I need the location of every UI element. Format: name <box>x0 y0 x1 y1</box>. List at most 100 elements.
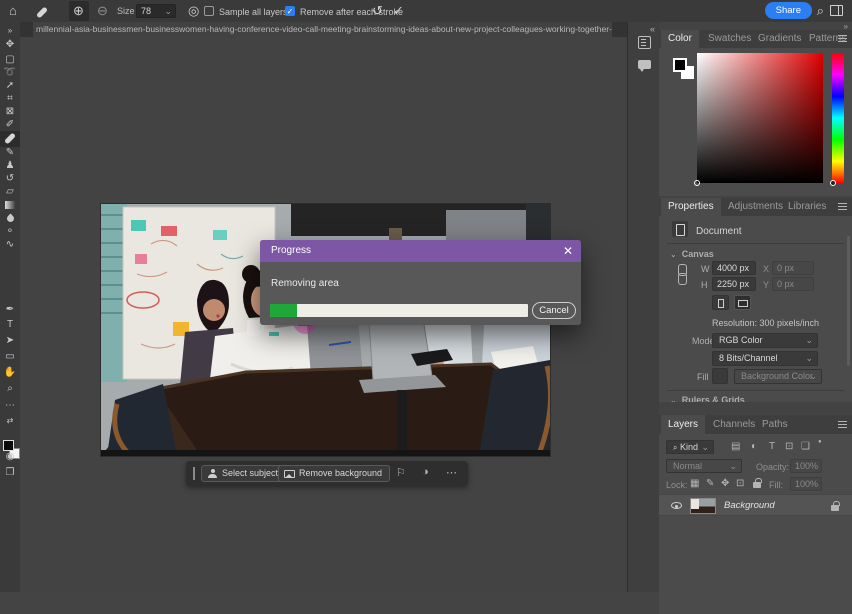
spot-healing-brush-tool[interactable] <box>0 131 20 147</box>
adjustment-icon[interactable]: ◑ <box>422 466 429 478</box>
path-selection-tool[interactable]: ➤ <box>0 334 20 348</box>
crop-tool[interactable]: ⌗ <box>0 92 20 106</box>
rulers-grids-section-header[interactable]: ⌄Rulers & Grids <box>670 395 745 402</box>
filter-toggle-icon[interactable]: ● <box>818 439 822 445</box>
tab-properties[interactable]: Properties <box>661 198 721 216</box>
select-subject-button[interactable]: Select subject <box>201 465 286 482</box>
lock-transparency-icon[interactable]: ▦ <box>690 478 699 489</box>
fg-bg-color-swatches[interactable] <box>673 58 697 78</box>
blur-tool[interactable] <box>0 212 20 226</box>
brush-tool[interactable]: ✎ <box>0 146 20 160</box>
move-tool[interactable]: ✥ <box>0 38 20 52</box>
clone-stamp-tool[interactable]: ♟ <box>0 159 20 173</box>
filter-type-icon[interactable]: T <box>769 441 775 452</box>
color-field[interactable] <box>697 53 823 183</box>
lock-artboard-icon[interactable]: ⊡ <box>736 478 744 489</box>
layer-thumbnail[interactable] <box>690 498 716 514</box>
lock-move-icon[interactable]: ✥ <box>721 478 729 489</box>
tab-paths[interactable]: Paths <box>755 415 795 434</box>
history-brush-tool[interactable]: ↺ <box>0 172 20 186</box>
brush-size-input[interactable]: 78 ⌄ <box>136 4 176 18</box>
width-field[interactable]: 4000 px <box>712 261 756 275</box>
fill-select[interactable]: Background Color⌄ <box>734 369 822 384</box>
marquee-tool[interactable]: ▢ <box>0 53 20 67</box>
link-dimensions-icon[interactable] <box>678 264 686 286</box>
y-field[interactable]: 0 px <box>772 277 814 291</box>
panel-menu-icon[interactable] <box>838 421 847 428</box>
scrollbar[interactable] <box>847 236 850 366</box>
chevron-down-icon[interactable]: ⌄ <box>164 5 172 17</box>
foreground-color-swatch[interactable] <box>673 58 687 72</box>
filter-frame-icon[interactable]: ⊡ <box>785 441 793 452</box>
edit-toolbar-icon[interactable]: ⋯ <box>0 399 20 413</box>
tab-color[interactable]: Color <box>661 30 699 48</box>
tab-swatches[interactable]: Swatches <box>701 30 758 48</box>
orientation-landscape-button[interactable] <box>734 295 751 310</box>
layer-visibility-eye-icon[interactable] <box>671 502 682 509</box>
swap-colors-icon[interactable]: ⇄ <box>0 414 20 428</box>
sample-all-layers-checkbox[interactable] <box>204 6 214 16</box>
height-field[interactable]: 2250 px <box>712 277 756 291</box>
tab-adjustments[interactable]: Adjustments <box>721 198 790 216</box>
tab-gradients[interactable]: Gradients <box>751 30 808 48</box>
drag-handle[interactable] <box>193 467 195 480</box>
commit-icon[interactable]: ✓ <box>393 3 404 19</box>
sampling-options-icon[interactable]: ◎ <box>188 3 199 19</box>
layer-row[interactable]: Background <box>659 494 852 516</box>
zoom-tool[interactable]: ⌕ <box>0 382 20 396</box>
search-icon[interactable]: ⌕ <box>817 3 824 19</box>
more-options-icon[interactable]: ⋯ <box>446 466 457 479</box>
shape-tool[interactable]: ▭ <box>0 350 20 364</box>
transform-icon[interactable]: ⚐ <box>396 466 406 479</box>
tab-libraries[interactable]: Libraries <box>781 198 833 216</box>
gradient-tool[interactable] <box>0 198 20 212</box>
filter-image-icon[interactable]: ▤ <box>731 441 740 452</box>
smudge-tool[interactable]: ∿ <box>0 238 20 252</box>
dialog-title-bar[interactable]: Progress ✕ <box>260 240 581 262</box>
hue-slider[interactable] <box>832 53 844 183</box>
close-icon[interactable]: ✕ <box>563 244 573 258</box>
undo-icon[interactable]: ↺ <box>372 3 383 19</box>
history-panel-icon[interactable] <box>638 36 651 49</box>
type-tool[interactable]: T <box>0 318 20 332</box>
tab-layers[interactable]: Layers <box>661 415 705 434</box>
pen-tool[interactable]: ✒ <box>0 303 20 317</box>
remove-background-button[interactable]: Remove background <box>278 465 390 482</box>
filter-smart-object-icon[interactable]: ❏ <box>801 441 810 452</box>
eraser-tool[interactable]: ▱ <box>0 185 20 199</box>
blend-mode-select[interactable]: Normal⌄ <box>666 459 742 473</box>
lasso-tool[interactable]: ➰ <box>0 66 20 80</box>
tab-channels[interactable]: Channels <box>706 415 762 434</box>
lock-paint-icon[interactable]: ✎ <box>706 478 714 489</box>
filter-adjustment-icon[interactable]: ◐ <box>751 441 757 452</box>
document-tab[interactable]: millennial-asia-businessmen-businesswome… <box>33 22 612 37</box>
orientation-portrait-button[interactable] <box>712 295 729 310</box>
frame-tool[interactable]: ⊠ <box>0 105 20 119</box>
hue-slider-cursor[interactable] <box>830 180 836 186</box>
expand-panels-icon[interactable]: « <box>650 24 655 34</box>
layer-fill-field[interactable]: 100% <box>790 477 822 491</box>
foreground-color-swatch[interactable] <box>3 440 14 451</box>
bit-depth-select[interactable]: 8 Bits/Channel⌄ <box>712 351 818 366</box>
mode-select[interactable]: RGB Color⌄ <box>712 333 818 348</box>
cancel-button[interactable]: Cancel <box>532 302 576 319</box>
panel-menu-icon[interactable] <box>838 203 847 210</box>
dodge-tool[interactable]: ⚬ <box>0 225 20 239</box>
remove-after-stroke-checkbox[interactable]: ✓ <box>285 6 295 16</box>
screen-mode-icon[interactable]: ❐ <box>0 466 20 480</box>
object-selection-tool[interactable]: ➚ <box>0 79 20 93</box>
color-field-cursor[interactable] <box>694 180 700 186</box>
quick-mask-icon[interactable]: ◉ <box>0 450 20 464</box>
workspace-switcher-icon[interactable] <box>830 5 843 16</box>
eyedropper-tool[interactable]: ✐ <box>0 118 20 132</box>
spot-healing-tool-icon[interactable] <box>36 3 48 19</box>
layer-filter-kind-select[interactable]: ⌕ Kind⌄ <box>666 440 714 454</box>
comments-panel-icon[interactable] <box>638 60 651 69</box>
fill-swatch[interactable] <box>712 368 728 384</box>
canvas-section-header[interactable]: ⌄Canvas <box>670 249 714 259</box>
share-button[interactable]: Share <box>765 2 812 19</box>
add-to-selection-icon[interactable]: ⊕ <box>73 3 84 19</box>
hand-tool[interactable]: ✋ <box>0 366 20 380</box>
x-field[interactable]: 0 px <box>772 261 814 275</box>
panel-menu-icon[interactable] <box>838 35 847 42</box>
